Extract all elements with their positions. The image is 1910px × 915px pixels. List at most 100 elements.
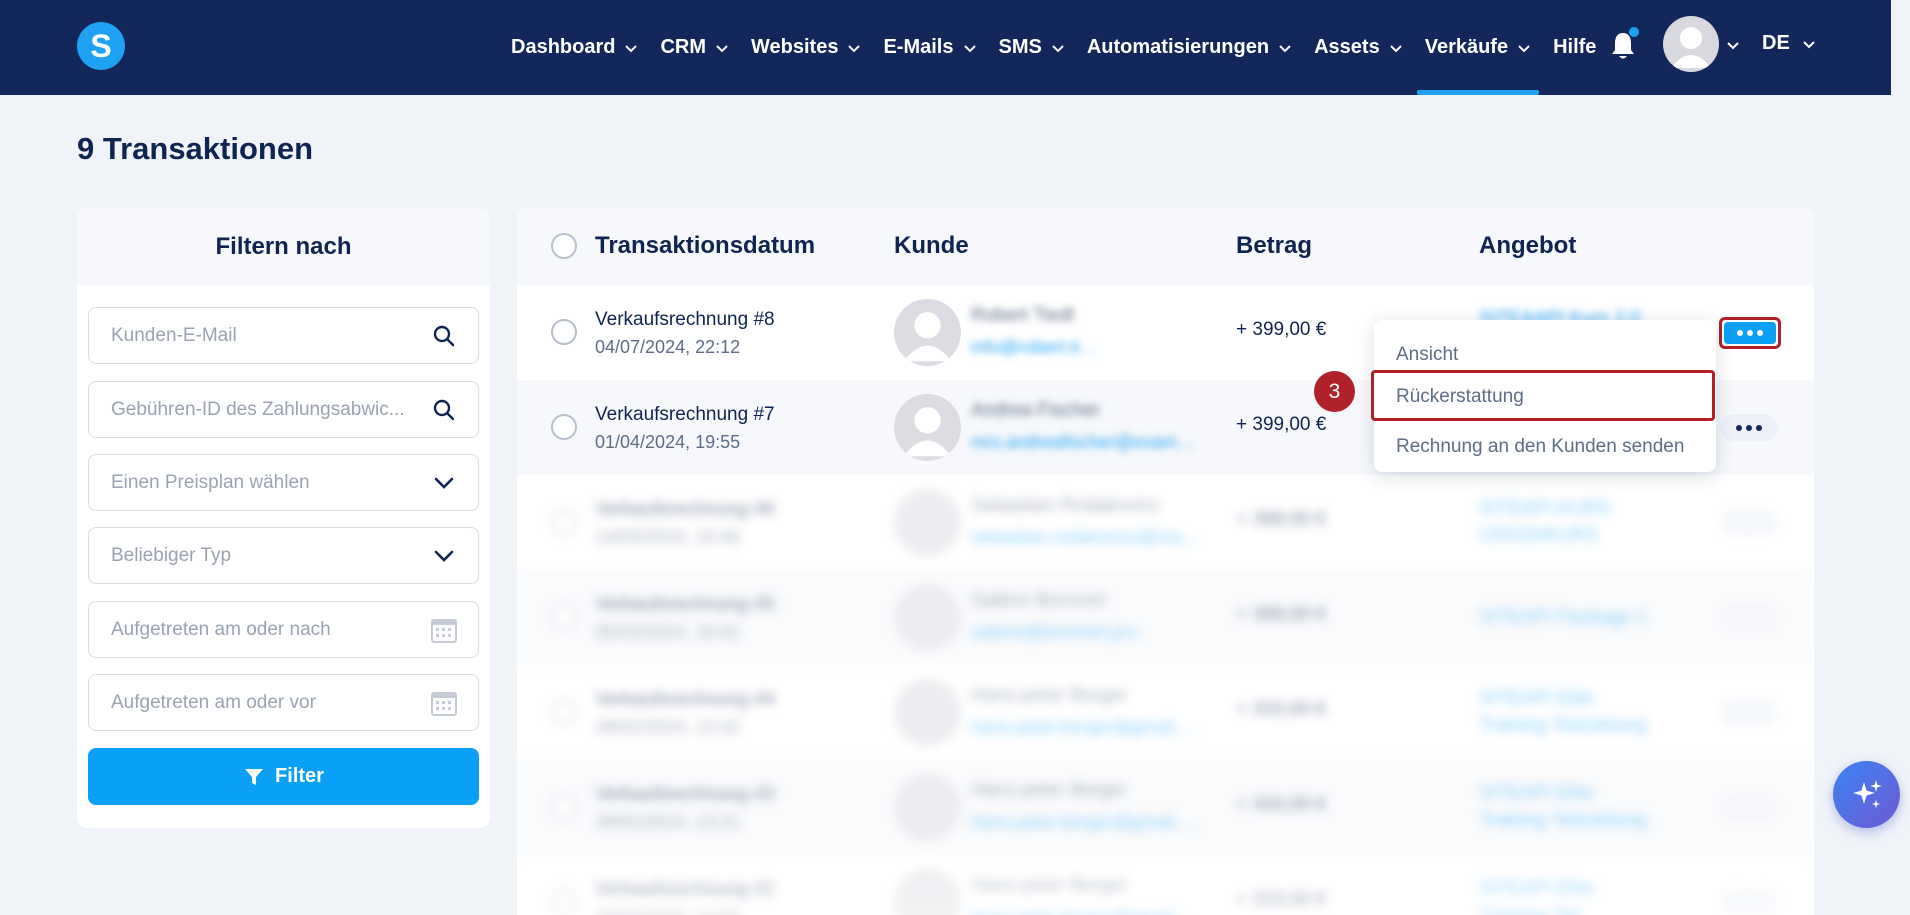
row-select-radio[interactable] xyxy=(551,414,577,440)
offer-link[interactable]: SITEAPI Package 1 xyxy=(1479,604,1659,631)
customer-email[interactable]: hans-peter.berger@gmail.com xyxy=(971,812,1201,833)
calendar-icon xyxy=(431,618,457,643)
chevron-down-icon xyxy=(848,44,861,52)
sparkles-icon xyxy=(1852,779,1882,808)
table-row[interactable]: Verkaufsrechnung #3 26/02/2024, 13:21 Ha… xyxy=(517,760,1814,855)
customer-avatar xyxy=(894,774,961,841)
row-select-radio[interactable] xyxy=(551,794,577,820)
table-row[interactable]: Verkaufsrechnung #5 05/03/2024, 16:01 Sa… xyxy=(517,570,1814,665)
customer-name: Hans-peter Berger xyxy=(971,780,1128,801)
chevron-down-icon xyxy=(1803,40,1815,48)
row-actions-button[interactable] xyxy=(1720,699,1778,726)
nav-label: Websites xyxy=(751,36,839,58)
invoice-number[interactable]: Verkaufsrechnung #6 xyxy=(595,499,775,521)
select-all-radio[interactable] xyxy=(551,233,577,259)
brand-logo[interactable]: S xyxy=(77,22,125,70)
chevron-down-icon xyxy=(1279,44,1291,52)
row-select-radio[interactable] xyxy=(551,699,577,725)
customer-email[interactable]: info@robert.tiedt.de xyxy=(971,337,1101,358)
ai-assistant-button[interactable] xyxy=(1833,761,1900,828)
offer-link[interactable]: SITEAPI-KURS CRASHKURS xyxy=(1479,495,1659,549)
amount: + 399,00 € xyxy=(1236,604,1327,625)
customer-email[interactable]: sebastian.rodakovics@mail.de xyxy=(971,527,1201,548)
customer-name: Sabine Bommel xyxy=(971,590,1106,611)
invoice-number[interactable]: Verkaufsrechnung #7 xyxy=(595,404,775,426)
customer-name: Robert Tiedt xyxy=(971,305,1075,326)
offer-link[interactable]: SITEAPI Elite Training Teilzahlung xyxy=(1479,780,1659,834)
table-header: Transaktionsdatum Kunde Betrag Angebot xyxy=(517,208,1814,285)
customer-name: Andrea Fischer xyxy=(971,400,1100,421)
nav-item-automations[interactable]: Automatisierungen xyxy=(1076,0,1303,95)
row-select-radio[interactable] xyxy=(551,319,577,345)
row-actions-button[interactable] xyxy=(1720,414,1778,441)
price-plan-select[interactable]: Einen Preisplan wählen xyxy=(88,454,479,511)
transaction-date: 26/02/2024, 13:02 xyxy=(595,907,740,915)
amount: + 333,00 € xyxy=(1236,699,1327,720)
transaction-date: 26/02/2024, 13:42 xyxy=(595,717,741,737)
chevron-down-icon xyxy=(434,477,454,489)
amount: + 399,00 € xyxy=(1236,319,1327,340)
date-after-input[interactable]: Aufgetreten am oder nach xyxy=(88,601,479,658)
column-header-date: Transaktionsdatum xyxy=(595,232,816,259)
type-select[interactable]: Beliebiger Typ xyxy=(88,527,479,584)
customer-email[interactable]: hans-peter.berger@gmail.com xyxy=(971,907,1201,915)
filter-button[interactable]: Filter xyxy=(88,748,479,805)
row-actions-button[interactable] xyxy=(1720,889,1778,915)
invoice-number[interactable]: Verkaufsrechnung #2 xyxy=(595,879,775,901)
placeholder-text: Einen Preisplan wählen xyxy=(111,471,310,493)
row-select-radio[interactable] xyxy=(551,604,577,630)
chevron-down-icon[interactable] xyxy=(1726,38,1740,52)
placeholder-text: Kunden-E-Mail xyxy=(111,324,237,346)
transaction-date: 14/03/2024, 10:46 xyxy=(595,527,741,547)
customer-avatar xyxy=(894,489,961,556)
nav-item-help[interactable]: Hilfe xyxy=(1542,0,1607,95)
customer-email-input[interactable]: Kunden-E-Mail xyxy=(88,307,479,364)
row-actions-button-active[interactable] xyxy=(1719,317,1781,349)
nav-item-dashboard[interactable]: Dashboard xyxy=(500,0,649,95)
refund-highlight-box xyxy=(1371,370,1715,421)
placeholder-text: Gebühren-ID des Zahlungsabwic... xyxy=(111,398,405,420)
amount: + 333,00 € xyxy=(1236,889,1327,910)
row-actions-button[interactable] xyxy=(1720,604,1778,631)
column-header-amount: Betrag xyxy=(1236,232,1313,259)
top-navigation: S Dashboard CRM Websites E-Mails SMS Aut… xyxy=(0,0,1891,95)
nav-item-assets[interactable]: Assets xyxy=(1303,0,1414,95)
row-actions-button[interactable] xyxy=(1720,794,1778,821)
table-row[interactable]: Verkaufsrechnung #4 26/02/2024, 13:42 Ha… xyxy=(517,665,1814,760)
customer-email[interactable]: sabine@bommel.pro xyxy=(971,622,1201,643)
search-icon xyxy=(433,325,455,346)
fee-id-input[interactable]: Gebühren-ID des Zahlungsabwic... xyxy=(88,381,479,438)
placeholder-text: Beliebiger Typ xyxy=(111,544,232,566)
offer-link[interactable]: SITEAPI Elite Training Teil xyxy=(1479,875,1659,915)
language-selector[interactable]: DE xyxy=(1762,32,1816,55)
nav-label: Automatisierungen xyxy=(1086,36,1270,58)
customer-name: Hans-peter Berger xyxy=(971,685,1128,706)
row-select-radio[interactable] xyxy=(551,889,577,915)
invoice-number[interactable]: Verkaufsrechnung #5 xyxy=(595,594,775,616)
chevron-down-icon xyxy=(1389,44,1402,52)
row-actions-button[interactable] xyxy=(1720,509,1778,536)
invoice-number[interactable]: Verkaufsrechnung #4 xyxy=(595,689,775,711)
nav-item-emails[interactable]: E-Mails xyxy=(872,0,987,95)
nav-item-sms[interactable]: SMS xyxy=(988,0,1076,95)
menu-item-send-invoice[interactable]: Rechnung an den Kunden senden xyxy=(1396,436,1684,458)
nav-item-websites[interactable]: Websites xyxy=(740,0,872,95)
avatar-placeholder-icon xyxy=(903,312,952,362)
language-label: DE xyxy=(1762,32,1790,54)
transaction-date: 01/04/2024, 19:55 xyxy=(595,432,741,452)
menu-item-view[interactable]: Ansicht xyxy=(1396,344,1458,366)
customer-email[interactable]: hans-peter.berger@gmail.com xyxy=(971,717,1201,738)
invoice-number[interactable]: Verkaufsrechnung #3 xyxy=(595,784,775,806)
nav-item-crm[interactable]: CRM xyxy=(649,0,740,95)
invoice-number[interactable]: Verkaufsrechnung #8 xyxy=(595,309,775,331)
table-row[interactable]: Verkaufsrechnung #6 14/03/2024, 10:46 Se… xyxy=(517,475,1814,570)
date-before-input[interactable]: Aufgetreten am oder vor xyxy=(88,674,479,731)
offer-link[interactable]: SITEAPI Elite Training Teilzahlung xyxy=(1479,685,1659,739)
chevron-down-icon xyxy=(625,44,638,52)
table-row[interactable]: Verkaufsrechnung #2 26/02/2024, 13:02 Ha… xyxy=(517,855,1814,915)
nav-item-sales[interactable]: Verkäufe xyxy=(1414,0,1542,95)
row-select-radio[interactable] xyxy=(551,509,577,535)
customer-avatar xyxy=(894,869,961,915)
user-avatar[interactable] xyxy=(1663,16,1719,72)
customer-email[interactable]: mrs.andreafischer@example.de xyxy=(971,432,1201,453)
